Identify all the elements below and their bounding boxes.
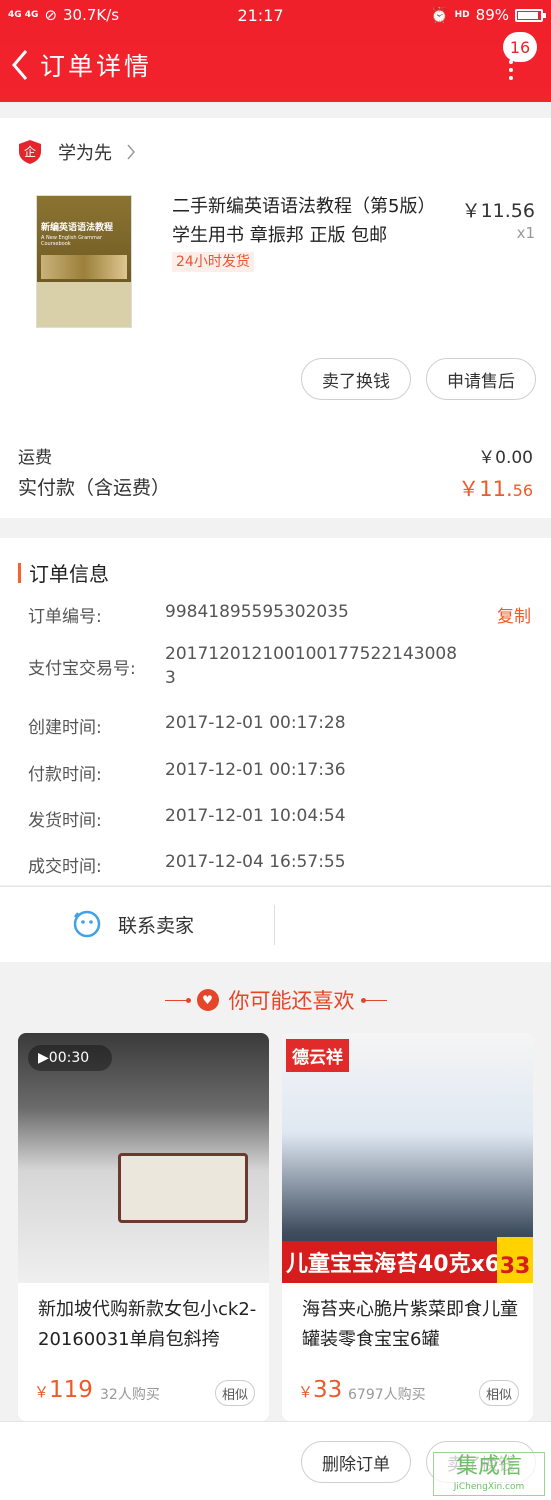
shipping-fee-value: ￥0.00 [478, 448, 533, 468]
cover-picture [41, 255, 127, 279]
heart-icon: ♥ [196, 989, 219, 1011]
product-image: ▶ 00:30 [18, 1033, 269, 1283]
paid-time-label: 付款时间: [28, 765, 102, 785]
battery-percent: 89% [475, 6, 509, 24]
recommend-card[interactable]: 德云祥 儿童宝宝海苔40克x6罐 33 海苔夹心脆片紫菜即食儿童罐装零食宝宝6罐… [282, 1033, 533, 1421]
bottom-action-bar: 删除订单 卖了换钱 集成信 JiChengXin.com [0, 1421, 551, 1500]
status-bar: 4G 4G ⊘ 30.7K/s 21:17 ⏰ HD 89% [0, 0, 551, 30]
alarm-icon: ⏰ [429, 6, 449, 24]
sold-count: 6797人购买 [348, 1387, 426, 1403]
network-speed: 30.7K/s [63, 6, 120, 24]
contact-seller-button[interactable]: 联系卖家 [72, 909, 194, 939]
paid-amount-value: ￥11.56 [458, 477, 533, 501]
page-title: 订单详情 [40, 52, 153, 81]
more-dots-icon [509, 60, 513, 84]
alipay-trade-label: 支付宝交易号: [28, 659, 136, 679]
order-item-card: 企 学为先 新编英语语法教程 A New English Grammar Cou… [0, 118, 551, 518]
contact-seller-label: 联系卖家 [118, 914, 195, 937]
handbag-picture [118, 1153, 248, 1223]
find-similar-button[interactable]: 相似 [479, 1380, 519, 1406]
contact-divider [274, 905, 275, 945]
order-info-title: 订单信息 [29, 562, 109, 586]
hd-call-indicator: HD [454, 9, 470, 20]
battery-icon [515, 8, 546, 22]
brand-logo: 德云祥 [286, 1039, 349, 1072]
product-name: 新加坡代购新款女包小ck2-20160031单肩包斜挎 [38, 1299, 257, 1350]
shipping-tag: 24小时发货 [172, 252, 254, 272]
site-watermark: 集成信 JiChengXin.com [433, 1452, 545, 1496]
battery-fill [518, 11, 538, 19]
more-menu-button[interactable]: 16 [491, 30, 537, 100]
product-image[interactable]: 新编英语语法教程 A New English Grammar Courseboo… [36, 195, 132, 328]
section-heading: 订单信息 [18, 558, 109, 587]
sell-for-cash-button[interactable]: 卖了换钱 [301, 358, 411, 400]
no-disturb-icon: ⊘ [44, 6, 58, 24]
order-number-label: 订单编号: [28, 607, 102, 627]
sold-count: 32人购买 [100, 1387, 160, 1403]
clock: 21:17 [237, 5, 284, 25]
network-indicator: 4G 4G [8, 9, 39, 20]
deal-time-label: 成交时间: [28, 857, 102, 877]
promo-banner: 儿童宝宝海苔40克x6罐 33 [282, 1237, 533, 1283]
delete-order-button[interactable]: 删除订单 [301, 1441, 411, 1483]
created-time-label: 创建时间: [28, 718, 102, 738]
message-count-badge: 16 [503, 32, 537, 62]
app-header: 4G 4G ⊘ 30.7K/s 21:17 ⏰ HD 89% 订单详情 16 [0, 0, 551, 102]
product-price: ￥11.56 [461, 200, 535, 222]
product-price: ￥33 [298, 1377, 343, 1403]
alipay-trade-value: 2017120121001001775221430083 [165, 644, 458, 688]
recommend-title: 你可能还喜欢 [228, 989, 355, 1013]
enterprise-shop-icon: 企 [19, 140, 41, 164]
product-price: ￥119 [34, 1377, 93, 1403]
shipped-time-value: 2017-12-01 10:04:54 [165, 806, 346, 826]
recommend-card[interactable]: ▶ 00:30 新加坡代购新款女包小ck2-20160031单肩包斜挎 ￥119… [18, 1033, 269, 1421]
store-name: 学为先 [58, 143, 112, 164]
chevron-right-icon [127, 144, 135, 160]
video-duration-badge: ▶ 00:30 [28, 1045, 112, 1071]
deal-time-value: 2017-12-04 16:57:55 [165, 852, 346, 872]
product-title[interactable]: 二手新编英语语法教程（第5版）学生用书 章振邦 正版 包邮 [172, 192, 440, 250]
order-number-value: 99841895595302035 [165, 602, 349, 622]
copy-order-number-button[interactable]: 复制 [497, 602, 531, 627]
paid-time-value: 2017-12-01 00:17:36 [165, 760, 346, 780]
chevron-left-icon [12, 50, 28, 80]
chat-face-icon [73, 910, 101, 938]
shipping-fee-label: 运费 [18, 448, 52, 468]
product-image: 德云祥 儿童宝宝海苔40克x6罐 33 [282, 1033, 533, 1283]
cover-title: 新编英语语法教程 [41, 223, 114, 233]
after-sale-button[interactable]: 申请售后 [426, 358, 536, 400]
cover-subtitle: A New English Grammar Coursebook [41, 235, 103, 247]
svg-text:企: 企 [24, 144, 36, 159]
back-button[interactable] [0, 30, 40, 100]
contact-bar: 联系卖家 [0, 886, 551, 962]
order-info-section: 订单信息 订单编号: 99841895595302035 复制 支付宝交易号: … [0, 538, 551, 885]
recommend-heading: ♥ 你可能还喜欢 [0, 985, 551, 1015]
product-name: 海苔夹心脆片紫菜即食儿童罐装零食宝宝6罐 [302, 1299, 518, 1350]
store-link[interactable]: 企 学为先 [18, 138, 136, 166]
product-quantity: x1 [516, 224, 535, 242]
paid-amount-label: 实付款（含运费） [18, 477, 171, 499]
shipped-time-label: 发货时间: [28, 811, 102, 831]
find-similar-button[interactable]: 相似 [215, 1380, 255, 1406]
created-time-value: 2017-12-01 00:17:28 [165, 713, 346, 733]
